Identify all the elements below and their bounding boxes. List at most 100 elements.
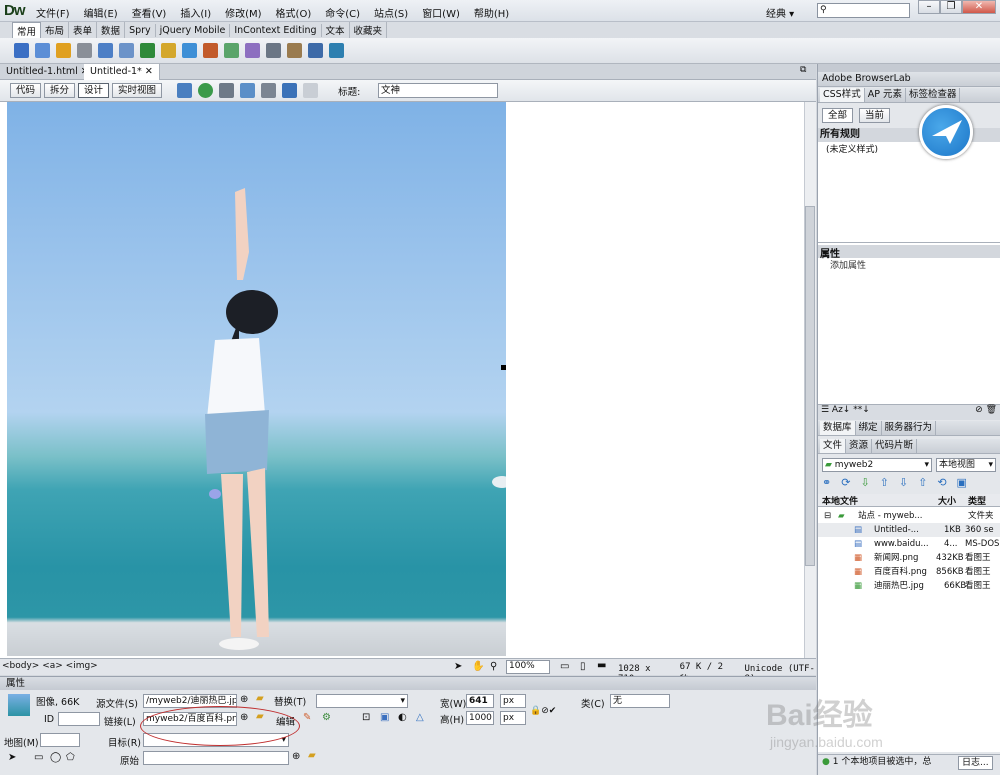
height-input[interactable]: 1000	[466, 711, 494, 725]
browserlab-header[interactable]: Adobe BrowserLab	[818, 72, 1000, 87]
tab-incontext[interactable]: InContext Editing	[230, 23, 322, 37]
tag-selector[interactable]: <body> <a> <img>	[2, 661, 98, 671]
server-include-icon[interactable]	[224, 43, 239, 58]
undefined-style-item[interactable]: (未定义样式)	[818, 142, 1000, 155]
menu-file[interactable]: 文件(F)	[36, 5, 70, 20]
log-button[interactable]: 日志...	[958, 756, 993, 770]
col-local-files[interactable]: 本地文件	[822, 494, 858, 507]
tab-server-behaviors[interactable]: 服务器行为	[882, 421, 937, 435]
tab-layout[interactable]: 布局	[41, 22, 70, 38]
close-icon[interactable]: ✕	[145, 66, 153, 77]
split-view-button[interactable]: 拆分	[44, 83, 76, 98]
lock-icon[interactable]: 🔒⊘✔	[530, 706, 556, 716]
get-files-icon[interactable]: ⇩	[860, 476, 869, 489]
expand-icon[interactable]: ▣	[957, 476, 967, 489]
date-icon[interactable]	[182, 43, 197, 58]
tablet-icon[interactable]: ▯	[580, 661, 586, 672]
crop-icon[interactable]: ⊡	[362, 712, 370, 723]
tab-css-styles[interactable]: CSS样式	[820, 88, 865, 102]
height-unit-select[interactable]: px	[500, 711, 526, 725]
browse-folder-icon[interactable]: ▰	[308, 750, 316, 761]
refresh-design-icon[interactable]	[282, 83, 298, 98]
view-select[interactable]: 本地视图 ▾	[936, 458, 996, 472]
restore-button[interactable]: ❐	[940, 0, 962, 14]
circle-hotspot-icon[interactable]: ◯	[50, 752, 61, 763]
menu-help[interactable]: 帮助(H)	[474, 5, 509, 20]
window-size-icon[interactable]: ▭	[560, 661, 569, 672]
desktop-icon[interactable]: ▬	[597, 660, 606, 671]
head-icon[interactable]	[266, 43, 281, 58]
all-rules-button[interactable]: 全部	[822, 108, 854, 123]
point-to-file-icon[interactable]: ⊕	[240, 694, 248, 705]
brightness-icon[interactable]: ◐	[398, 712, 407, 723]
zoom-tool-icon[interactable]: ⚲	[490, 661, 497, 672]
zoom-select[interactable]: 100%	[506, 660, 550, 674]
live-view-button[interactable]: 实时视图	[112, 83, 163, 98]
tab-tag-inspector[interactable]: 标签检查器	[906, 88, 961, 102]
workspace-switcher[interactable]: 经典 ▾	[766, 5, 794, 20]
rect-hotspot-icon[interactable]: ▭	[34, 752, 43, 763]
width-input[interactable]: 641	[466, 694, 494, 708]
menu-insert[interactable]: 插入(I)	[180, 5, 211, 20]
tab-common[interactable]: 常用	[12, 21, 42, 39]
file-row[interactable]: ▤ www.baidu... 4... MS-DOS	[818, 537, 1000, 551]
menu-format[interactable]: 格式(O)	[276, 5, 312, 20]
file-row[interactable]: ▤ Untitled-... 1KB 360 se	[818, 523, 1000, 537]
width-unit-select[interactable]: px	[500, 694, 526, 708]
tab-ap-elements[interactable]: AP 元素	[865, 88, 906, 102]
check-page-icon[interactable]	[240, 83, 256, 98]
current-rules-button[interactable]: 当前	[859, 108, 891, 123]
col-size[interactable]: 大小	[938, 494, 956, 507]
design-view-button[interactable]: 设计	[78, 83, 110, 98]
calendar-icon[interactable]	[203, 43, 218, 58]
minimize-button[interactable]: –	[918, 0, 940, 14]
visual-aids-icon[interactable]	[261, 83, 277, 98]
checkin-icon[interactable]: ⇧	[918, 476, 927, 489]
browse-folder-icon[interactable]: ▰	[256, 693, 264, 704]
help-search-input[interactable]: ⚲	[817, 3, 910, 18]
tab-jquery-mobile[interactable]: jQuery Mobile	[156, 23, 231, 37]
site-select[interactable]: ▰ myweb2 ▾	[822, 458, 932, 472]
col-type[interactable]: 类型	[968, 494, 986, 507]
original-input[interactable]	[143, 751, 289, 765]
image-icon[interactable]	[140, 43, 155, 58]
site-root-row[interactable]: ⊟ ▰ 站点 - myweb... 文件夹	[818, 509, 1000, 523]
close-button[interactable]: ✕	[962, 0, 996, 14]
hand-tool-icon[interactable]: ✋	[472, 661, 484, 672]
script-icon[interactable]	[287, 43, 302, 58]
menu-window[interactable]: 窗口(W)	[422, 5, 460, 20]
tab-databases[interactable]: 数据库	[820, 421, 856, 435]
tab-snippets[interactable]: 代码片断	[872, 439, 918, 453]
menu-modify[interactable]: 修改(M)	[225, 5, 261, 20]
tab-bindings[interactable]: 绑定	[856, 421, 882, 435]
hr-icon[interactable]	[77, 43, 92, 58]
media-icon[interactable]	[161, 43, 176, 58]
edit-image-icon[interactable]: ✎	[303, 712, 311, 723]
rules-list[interactable]: (未定义样式)	[818, 142, 1000, 242]
resample-icon[interactable]: ▣	[380, 712, 389, 723]
trash-icon[interactable]: ⊘ 🗑	[975, 405, 1000, 415]
comment-icon[interactable]	[245, 43, 260, 58]
selected-image[interactable]	[7, 102, 512, 656]
menu-edit[interactable]: 编辑(E)	[84, 5, 118, 20]
refresh-icon[interactable]	[303, 83, 319, 98]
div-icon[interactable]	[119, 43, 134, 58]
file-row[interactable]: ▦ 百度百科.png 856KB 看图王	[818, 565, 1000, 579]
panel-collapse-bar[interactable]	[818, 64, 1000, 72]
put-files-icon[interactable]: ⇧	[880, 476, 889, 489]
multiscreen-icon[interactable]	[177, 83, 193, 98]
resize-handle[interactable]	[501, 365, 506, 370]
tag-chooser-icon[interactable]	[329, 43, 344, 58]
id-input[interactable]	[58, 712, 100, 726]
tab-favorites[interactable]: 收藏夹	[350, 22, 388, 38]
page-title-input[interactable]: 文神	[378, 83, 498, 98]
sharpen-icon[interactable]: △	[416, 712, 424, 723]
anchor-icon[interactable]	[56, 43, 71, 58]
checkout-icon[interactable]: ⇩	[899, 476, 908, 489]
map-input[interactable]	[40, 733, 80, 747]
preview-browser-icon[interactable]	[198, 83, 214, 98]
file-row[interactable]: ▦ 迪丽热巴.jpg 66KB 看图王	[818, 579, 1000, 593]
collapse-icon[interactable]: ⊟	[824, 509, 831, 523]
hyperlink-icon[interactable]	[14, 43, 29, 58]
class-select[interactable]: 无	[610, 694, 670, 708]
